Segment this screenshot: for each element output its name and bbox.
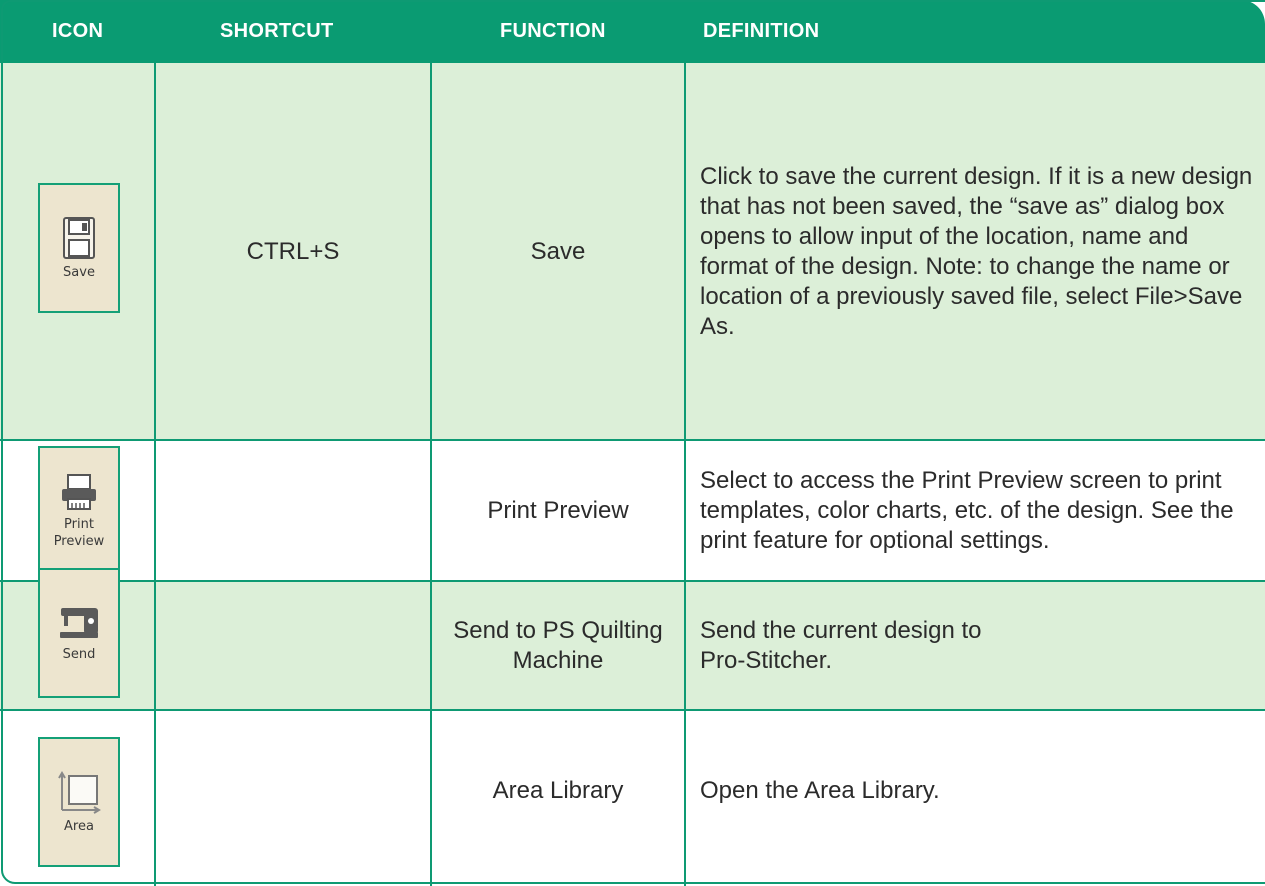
table-row: Send Send to PS Quilting Machine Send th… — [0, 568, 1265, 709]
table-row: Print Preview Print Preview Select to ac… — [0, 441, 1265, 580]
header-icon: ICON — [52, 20, 104, 42]
column-divider — [154, 63, 156, 886]
shortcut-cell — [156, 711, 430, 871]
function-cell: Save — [530, 237, 586, 265]
shortcut-cell — [156, 441, 430, 580]
printer-icon — [62, 474, 96, 510]
table-row: Area Area Library Open the Area Library. — [0, 711, 1265, 886]
definition-cell: Click to save the current design. If it … — [700, 162, 1253, 340]
definition-cell: Open the Area Library. — [700, 777, 940, 804]
sewing-machine-icon — [60, 607, 98, 638]
floppy-disk-icon — [63, 216, 95, 259]
shortcut-cell — [156, 582, 430, 709]
icon-label: Area — [64, 818, 94, 834]
definition-cell: Select to access the Print Preview scree… — [700, 466, 1234, 554]
definition-cell: Send the current design to Pro-Stitcher. — [700, 616, 982, 674]
area-toolbar-button[interactable]: Area — [38, 737, 120, 867]
function-cell: Send to PS Quilting Machine — [453, 616, 663, 674]
icon-label: Send — [62, 646, 96, 662]
print-preview-toolbar-button[interactable]: Print Preview — [38, 446, 120, 576]
area-square-icon — [58, 770, 101, 814]
shortcut-cell: CTRL+S — [246, 237, 340, 265]
header-function: FUNCTION — [500, 20, 606, 42]
function-cell: Area Library — [492, 777, 624, 804]
toolbar-reference-table: ICON SHORTCUT FUNCTION DEFINITION Save C… — [0, 0, 1265, 886]
send-toolbar-button[interactable]: Send — [38, 568, 120, 698]
function-cell: Print Preview — [487, 496, 629, 524]
header-definition: DEFINITION — [703, 20, 820, 42]
save-toolbar-button[interactable]: Save — [38, 183, 120, 313]
icon-label: Save — [63, 264, 95, 280]
column-divider — [430, 63, 432, 886]
column-divider — [684, 63, 686, 886]
icon-label: Print Preview — [53, 517, 105, 549]
table-header: ICON SHORTCUT FUNCTION DEFINITION — [0, 0, 1265, 63]
table-row: Save CTRL+S Save Click to save the curre… — [0, 63, 1265, 440]
header-shortcut: SHORTCUT — [220, 20, 334, 42]
